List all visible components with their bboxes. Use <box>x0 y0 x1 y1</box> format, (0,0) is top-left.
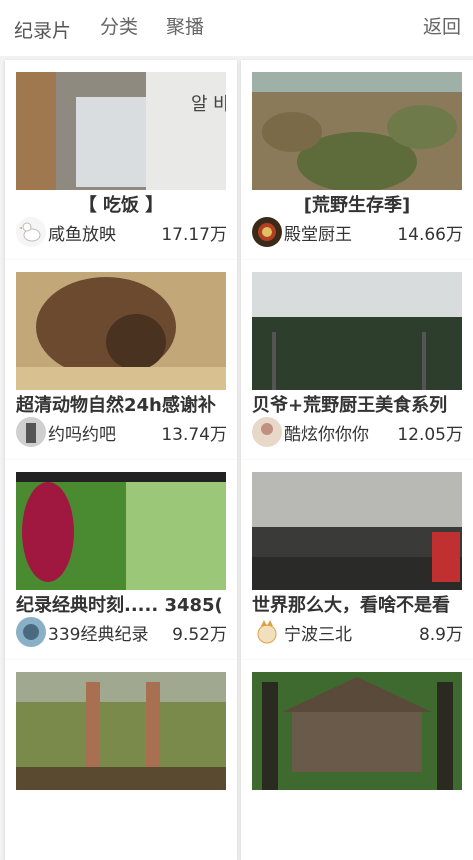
svg-text:알 바: 알 바 <box>191 94 226 115</box>
video-title: 世界那么大，看啥不是看 <box>252 595 450 616</box>
video-title: 纪录经典时刻..... 3485( <box>16 595 223 616</box>
back-button[interactable]: 返回 <box>423 12 461 39</box>
view-count: 8.9万 <box>418 625 463 645</box>
video-thumbnail[interactable] <box>252 272 462 390</box>
tab-documentary[interactable]: 纪录片 <box>14 16 71 43</box>
uploader-name[interactable]: 咸鱼放映 <box>48 220 116 245</box>
uploader-avatar[interactable] <box>16 217 46 247</box>
video-card[interactable] <box>5 660 237 860</box>
video-thumbnail[interactable]: 알 바 <box>16 72 226 190</box>
uploader-avatar[interactable] <box>252 617 282 647</box>
video-title: [荒野生存季] <box>303 195 411 216</box>
uploader-name[interactable]: 约吗约吧 <box>48 420 116 445</box>
video-card[interactable]: 纪录经典时刻..... 3485( 339经典纪录 9.52万 <box>5 460 237 660</box>
top-nav: 纪录片 分类 聚播 返回 <box>0 0 473 56</box>
video-title: 贝爷+荒野厨王美食系列 <box>252 395 448 416</box>
video-card[interactable] <box>241 660 473 860</box>
video-thumbnail[interactable] <box>252 672 462 790</box>
video-thumbnail[interactable] <box>252 72 462 190</box>
video-title: 【 吃饭 】 <box>78 195 164 216</box>
video-card[interactable]: 超清动物自然24h感谢补 约吗约吧 13.74万 <box>5 260 237 460</box>
tab-category[interactable]: 分类 <box>100 12 138 39</box>
video-thumbnail[interactable] <box>16 472 226 590</box>
view-count: 12.05万 <box>397 425 463 445</box>
uploader-avatar[interactable] <box>16 417 46 447</box>
uploader-name[interactable]: 339经典纪录 <box>48 620 148 645</box>
uploader-name[interactable]: 殿堂厨王 <box>284 220 352 245</box>
tab-collection[interactable]: 聚播 <box>166 12 204 39</box>
uploader-avatar[interactable] <box>16 617 46 647</box>
video-thumbnail[interactable] <box>16 272 226 390</box>
video-card[interactable]: 贝爷+荒野厨王美食系列 酷炫你你你 12.05万 <box>241 260 473 460</box>
video-thumbnail[interactable] <box>252 472 462 590</box>
view-count: 14.66万 <box>397 225 463 245</box>
video-card[interactable]: [荒野生存季] 殿堂厨王 14.66万 <box>241 60 473 260</box>
uploader-avatar[interactable] <box>252 217 282 247</box>
view-count: 9.52万 <box>172 625 227 645</box>
video-card[interactable]: 알 바 【 吃饭 】 咸鱼放映 17.17万 <box>5 60 237 260</box>
view-count: 13.74万 <box>161 425 227 445</box>
view-count: 17.17万 <box>161 225 227 245</box>
uploader-avatar[interactable] <box>252 417 282 447</box>
video-thumbnail[interactable] <box>16 672 226 790</box>
uploader-name[interactable]: 酷炫你你你 <box>284 420 369 445</box>
video-title: 超清动物自然24h感谢补 <box>16 395 216 416</box>
video-card[interactable]: 世界那么大，看啥不是看 宁波三北 8.9万 <box>241 460 473 660</box>
uploader-name[interactable]: 宁波三北 <box>284 620 352 645</box>
